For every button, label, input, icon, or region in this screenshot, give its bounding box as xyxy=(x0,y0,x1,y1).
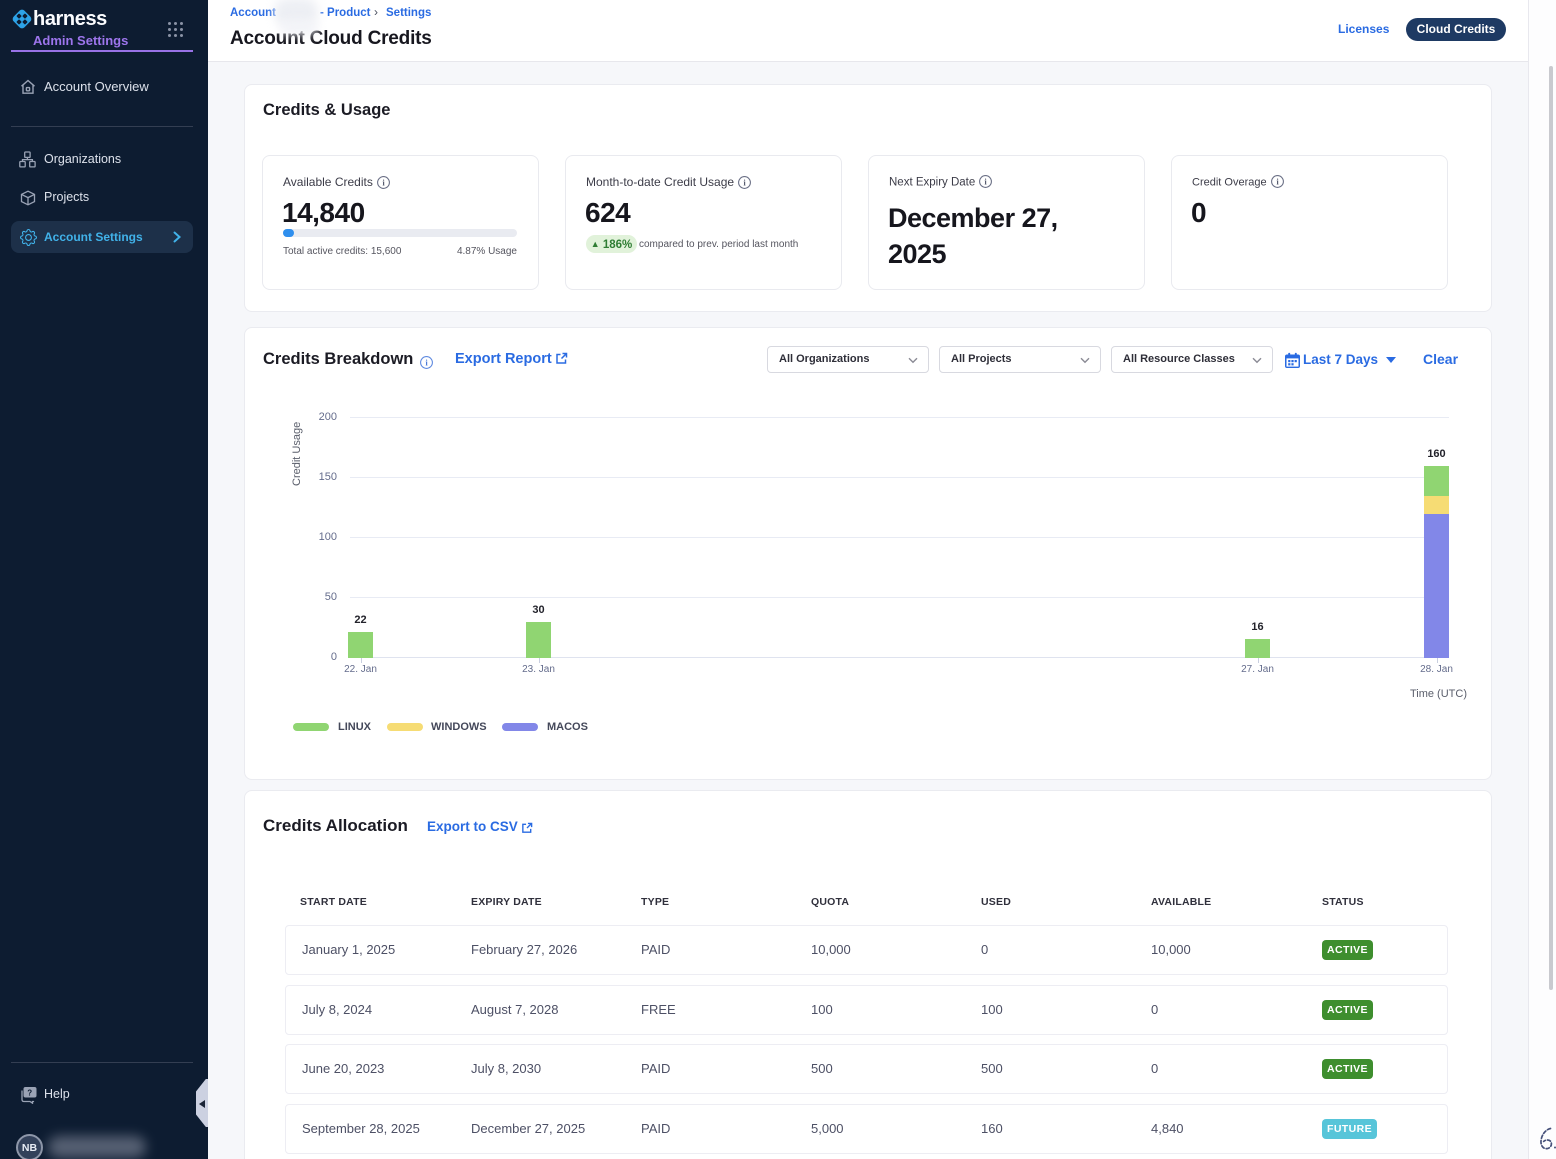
svg-text:i: i xyxy=(744,177,747,187)
svg-text:i: i xyxy=(382,177,385,187)
svg-text:i: i xyxy=(985,177,988,187)
svg-text:i: i xyxy=(1276,177,1279,187)
svg-text:?: ? xyxy=(27,1088,32,1097)
svg-text:i: i xyxy=(425,358,428,368)
